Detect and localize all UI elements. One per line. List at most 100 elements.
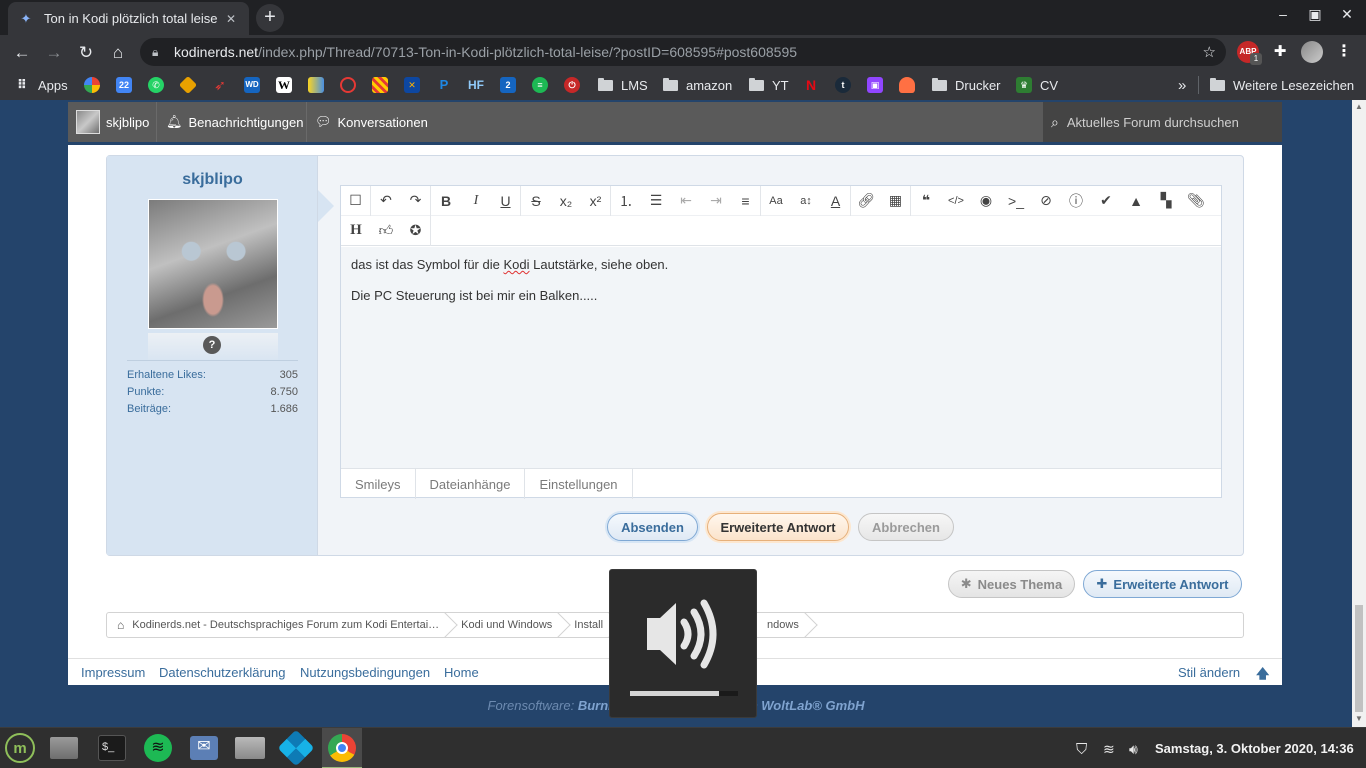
scroll-top-icon[interactable]: 🡅 <box>1256 665 1269 687</box>
bookmark-whatsapp[interactable]: ✆ <box>148 76 164 94</box>
mail-app-icon[interactable]: ✉ <box>188 733 220 763</box>
bookmark-power[interactable]: ⏻ <box>564 76 580 94</box>
footer-link-impressum[interactable]: Impressum <box>81 665 145 680</box>
page-scrollbar[interactable]: ▲ ▼ <box>1352 100 1366 727</box>
success-check-icon[interactable]: ✔ <box>1091 186 1121 216</box>
extensions-puzzle-icon[interactable]: ✚ <box>1269 41 1291 63</box>
forward-arrow-icon[interactable]: → <box>41 40 67 66</box>
quote-icon[interactable]: ❝ <box>911 186 941 216</box>
browser-tab-active[interactable]: ✦ Ton in Kodi plötzlich total leise ✕ <box>8 2 249 35</box>
stat-points-label[interactable]: Punkte: <box>127 386 164 398</box>
copyright-company[interactable]: n WoltLab® GmbH <box>750 698 865 713</box>
breadcrumb-item[interactable]: Install <box>564 613 615 637</box>
terminal-icon[interactable]: $_ <box>96 733 128 763</box>
chrome-app-icon[interactable] <box>322 728 362 768</box>
bookmark-netflix[interactable]: N <box>803 76 819 94</box>
bookmark-folder-lms[interactable]: LMS <box>598 76 648 94</box>
userbar-profile[interactable]: skjblipo <box>76 102 149 142</box>
address-bar[interactable]: 🔒︎ kodinerds.net/index.php/Thread/70713-… <box>140 38 1226 66</box>
tab-smileys[interactable]: Smileys <box>341 469 416 499</box>
bookmark-calendar[interactable]: 22 <box>116 76 132 94</box>
underline-icon[interactable]: U <box>491 185 521 216</box>
bookmark-twitch[interactable]: ▣ <box>867 76 883 94</box>
breadcrumb-item[interactable]: Kodi und Windows <box>451 613 564 637</box>
bookmark-cv[interactable]: ♛ CV <box>1016 76 1058 94</box>
scrollbar-thumb[interactable] <box>1355 605 1363 712</box>
footer-link-home[interactable]: Home <box>444 665 479 680</box>
inline-code-icon[interactable]: >_ <box>1001 186 1031 216</box>
submit-button[interactable]: Absenden <box>607 513 698 541</box>
ordered-list-icon[interactable]: ⒈ <box>611 186 641 216</box>
outdent-icon[interactable]: ⇤ <box>671 186 701 216</box>
wifi-icon[interactable]: ≋ <box>1103 741 1115 758</box>
bookmark-hf[interactable]: HF <box>468 76 484 94</box>
bold-icon[interactable]: B <box>431 186 461 216</box>
cancel-button[interactable]: Abbrechen <box>858 513 954 541</box>
scroll-up-icon[interactable]: ▲ <box>1355 102 1363 111</box>
forum-search-input[interactable]: ⌕ Aktuelles Forum durchsuchen <box>1043 102 1282 142</box>
show-desktop-icon[interactable] <box>48 733 80 763</box>
scroll-down-icon[interactable]: ▼ <box>1355 714 1363 723</box>
bookmark-red-logo[interactable]: ➶ <box>212 76 228 94</box>
bookmark-folder-amazon[interactable]: amazon <box>663 76 732 94</box>
subscript-icon[interactable]: x₂ <box>551 186 581 216</box>
bookmark-folder-yt[interactable]: YT <box>749 76 789 94</box>
bookmark-wikipedia[interactable]: W <box>276 76 292 94</box>
bookmark-news[interactable]: 2 <box>500 76 516 94</box>
bookmark-stripes[interactable] <box>372 76 388 94</box>
attachment-paperclip-icon[interactable]: 📎︎ <box>1181 186 1211 216</box>
rebel-emblem-icon[interactable]: ✪ <box>401 215 431 246</box>
tab-attachments[interactable]: Dateianhänge <box>416 469 526 499</box>
bookmark-spotify[interactable]: ≡ <box>532 76 548 94</box>
strikethrough-icon[interactable]: S <box>521 186 551 216</box>
heading-icon[interactable]: H <box>341 216 371 246</box>
extended-reply-button[interactable]: Erweiterte Antwort <box>707 513 849 541</box>
thumbs-up-icon[interactable]: 👍︎ <box>371 216 401 246</box>
warning-icon[interactable]: ▲ <box>1121 186 1151 216</box>
userbar-conversations[interactable]: 💬︎ Konversationen <box>315 102 428 142</box>
bookmark-star-icon[interactable]: ☆ <box>1203 43 1216 61</box>
bookmark-apps[interactable]: ⠿ Apps <box>14 76 68 94</box>
indent-icon[interactable]: ⇥ <box>701 186 731 216</box>
align-icon[interactable]: ≡ <box>731 185 761 216</box>
italic-icon[interactable]: I <box>461 186 491 216</box>
profile-avatar[interactable] <box>1301 41 1323 63</box>
userbar-notifications[interactable]: 🔔︎ Benachrichtigungen <box>166 102 303 142</box>
breadcrumb-item[interactable]: ⌂ Kodinerds.net - Deutschsprachiges Forum… <box>107 613 451 637</box>
browser-menu-icon[interactable]: ⋮ <box>1333 41 1355 63</box>
extended-reply-bottom-button[interactable]: ✚ Erweiterte Antwort <box>1083 570 1242 598</box>
bookmark-folder-other[interactable]: Weitere Lesezeichen <box>1210 76 1354 94</box>
bookmark-folder-drucker[interactable]: Drucker <box>932 76 1001 94</box>
bookmark-tumblr[interactable]: t <box>835 76 851 94</box>
link-icon[interactable]: 🔗︎ <box>851 186 881 216</box>
tab-settings[interactable]: Einstellungen <box>525 469 633 499</box>
bookmark-photos[interactable] <box>84 76 100 94</box>
media-icon[interactable]: ▚ <box>1151 186 1181 216</box>
taskbar-clock[interactable]: Samstag, 3. Oktober 2020, 14:36 <box>1155 741 1354 756</box>
back-arrow-icon[interactable]: ← <box>9 40 35 66</box>
volume-tray-icon[interactable]: 🔊︎ <box>1129 741 1138 758</box>
spotify-app-icon[interactable]: ≋ <box>142 733 174 763</box>
bookmarks-overflow-button[interactable]: » <box>1178 76 1186 94</box>
file-manager-icon[interactable] <box>234 733 266 763</box>
remove-format-icon[interactable]: ⊘ <box>1031 186 1061 216</box>
maximize-icon[interactable]: ▣ <box>1305 6 1325 23</box>
unordered-list-icon[interactable]: ☰ <box>641 186 671 216</box>
bookmark-bank[interactable]: ✕ <box>404 76 420 94</box>
font-color-icon[interactable]: A <box>821 185 851 216</box>
info-icon[interactable]: ⓘ <box>1061 186 1091 216</box>
new-thread-button[interactable]: ✱ Neues Thema <box>948 570 1075 598</box>
breadcrumb-item[interactable]: ndows <box>757 613 811 637</box>
close-tab-icon[interactable]: ✕ <box>223 12 239 26</box>
table-icon[interactable]: ▦ <box>881 185 911 216</box>
bookmark-paypal[interactable]: P <box>436 76 452 94</box>
new-tab-button[interactable]: + <box>256 4 284 32</box>
author-avatar[interactable] <box>148 199 278 329</box>
footer-link-privacy[interactable]: Datenschutzerklärung <box>159 665 285 680</box>
bookmark-ring[interactable] <box>340 76 356 94</box>
reload-icon[interactable]: ↻ <box>73 40 99 66</box>
superscript-icon[interactable]: x² <box>581 185 611 216</box>
home-icon[interactable]: ⌂ <box>105 40 131 66</box>
redo-icon[interactable]: ↷ <box>401 185 431 216</box>
spoiler-icon[interactable]: ◉ <box>971 186 1001 216</box>
